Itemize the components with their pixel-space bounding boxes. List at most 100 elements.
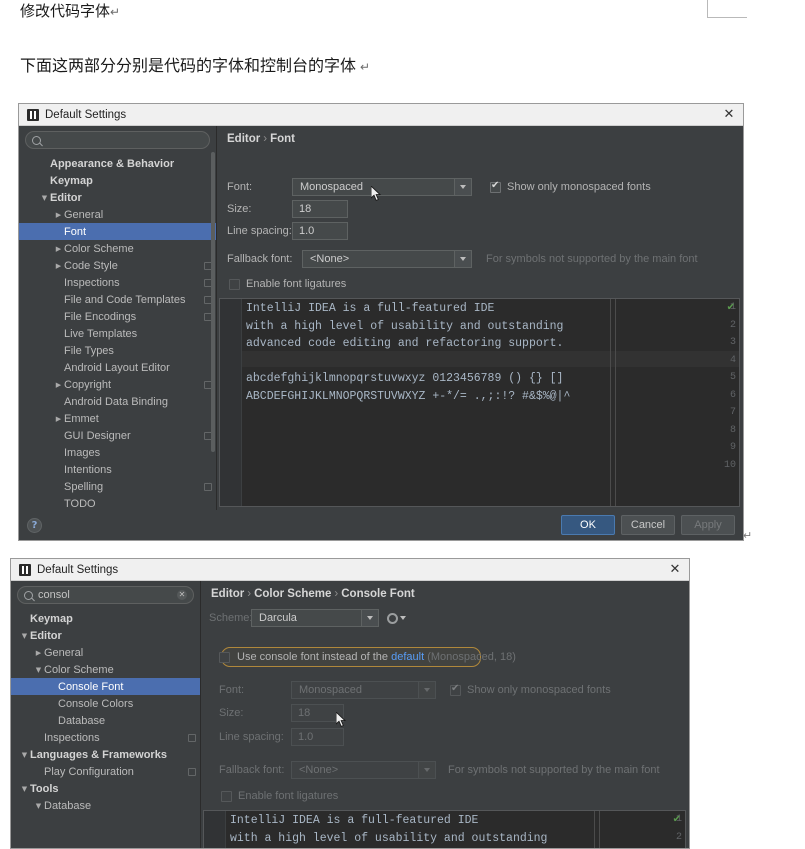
- sidebar-item-file-encodings[interactable]: File Encodings: [19, 308, 216, 325]
- default-font-link[interactable]: default: [391, 651, 424, 663]
- sidebar-item-file-and-code-templates[interactable]: File and Code Templates: [19, 291, 216, 308]
- sidebar-item-live-templates[interactable]: Live Templates: [19, 325, 216, 342]
- font-label: Font:: [227, 181, 253, 193]
- clear-search-icon[interactable]: ✕: [177, 590, 187, 600]
- code-line: advanced code editing and refactoring su…: [246, 337, 564, 350]
- sidebar-item-general[interactable]: ▶ General: [19, 206, 216, 223]
- sidebar-item-android-data-binding[interactable]: Android Data Binding: [19, 393, 216, 410]
- fallback-font-select[interactable]: <None>: [302, 250, 472, 268]
- sidebar-item-emmet[interactable]: ▶ Emmet: [19, 410, 216, 427]
- font-family-select[interactable]: Monospaced: [292, 178, 472, 196]
- sidebar-item-keymap[interactable]: Keymap: [19, 172, 216, 189]
- console-fallback-value: <None>: [299, 764, 339, 776]
- use-console-font-checkbox[interactable]: [219, 651, 230, 663]
- sidebar-item-file-types[interactable]: File Types: [19, 342, 216, 359]
- default-settings-dialog-font[interactable]: Default Settings ✕ Appearance & Behavior…: [18, 103, 744, 541]
- sidebar-item-copyright[interactable]: ▶ Copyright: [19, 376, 216, 393]
- chevron-down-icon[interactable]: ▼: [19, 632, 30, 640]
- default-settings-dialog-console-font[interactable]: Default Settings ✕ consol ✕ Keymap ▼ Edito…: [10, 558, 690, 849]
- chevron-right-icon[interactable]: ▶: [33, 649, 44, 657]
- sidebar-item-appearance-behavior[interactable]: Appearance & Behavior: [19, 155, 216, 172]
- breadcrumb-root[interactable]: Editor: [227, 133, 260, 145]
- scheme-settings-button[interactable]: [387, 612, 406, 624]
- search-input[interactable]: [25, 131, 210, 149]
- chevron-right-icon[interactable]: ▶: [53, 262, 64, 270]
- console-fallback-label: Fallback font:: [219, 764, 285, 776]
- sidebar-item-database[interactable]: Database: [11, 712, 200, 729]
- sidebar-item-code-style[interactable]: ▶ Code Style: [19, 257, 216, 274]
- console-font-size-input[interactable]: 18: [291, 704, 344, 722]
- close-icon-2[interactable]: ✕: [667, 562, 683, 578]
- sidebar-item-database[interactable]: ▼ Database: [11, 797, 200, 814]
- dialog2-settings-tree-pane[interactable]: consol ✕ Keymap ▼ Editor ▶ General ▼ Color Sch…: [11, 581, 201, 848]
- search-icon-2: [24, 590, 33, 600]
- sidebar-item-editor[interactable]: ▼ Editor: [19, 189, 216, 206]
- sidebar-item-label: Images: [64, 446, 101, 459]
- ok-button[interactable]: OK: [561, 515, 615, 535]
- chevron-down-icon-fallback[interactable]: [454, 251, 471, 267]
- code-line: IntelliJ IDEA is a full-featured IDE: [246, 302, 495, 315]
- dialog1-settings-tree-pane[interactable]: Appearance & Behavior Keymap ▼ Editor ▶ Gener…: [19, 126, 217, 511]
- chevron-down-icon[interactable]: ▼: [33, 666, 44, 674]
- chevron-down-icon[interactable]: ▼: [33, 802, 44, 810]
- dialog2-tree[interactable]: Keymap ▼ Editor ▶ General ▼ Color Scheme Consol…: [11, 608, 200, 814]
- console-font-preview-editor[interactable]: 12 IntelliJ IDEA is a full-featured IDE w…: [203, 810, 686, 848]
- sidebar-item-languages-frameworks[interactable]: ▼ Languages & Frameworks: [11, 746, 200, 763]
- sidebar-item-color-scheme[interactable]: ▼ Color Scheme: [11, 661, 200, 678]
- sidebar-item-inspections[interactable]: Inspections: [11, 729, 200, 746]
- sidebar-item-android-layout-editor[interactable]: Android Layout Editor: [19, 359, 216, 376]
- show-only-monospaced-checkbox[interactable]: [490, 180, 501, 193]
- enable-font-ligatures-checkbox[interactable]: [229, 278, 240, 290]
- console-fallback-select[interactable]: <None>: [291, 761, 436, 779]
- sidebar-item-tools[interactable]: ▼ Tools: [11, 780, 200, 797]
- dialog1-title: Default Settings: [45, 108, 127, 121]
- chevron-down-icon[interactable]: [454, 179, 471, 195]
- font-size-input[interactable]: 18: [292, 200, 348, 218]
- console-show-only-monospaced-checkbox[interactable]: [450, 683, 461, 696]
- chevron-down-icon-console-fallback[interactable]: [418, 762, 435, 778]
- console-font-select[interactable]: Monospaced: [291, 681, 436, 699]
- line-spacing-input[interactable]: 1.0: [292, 222, 348, 240]
- scheme-select[interactable]: Darcula: [251, 609, 379, 627]
- breadcrumb-2-mid[interactable]: Color Scheme: [254, 588, 331, 600]
- sidebar-item-console-font[interactable]: Console Font: [11, 678, 200, 695]
- sidebar-item-label: General: [64, 208, 104, 221]
- console-line-spacing-input[interactable]: 1.0: [291, 728, 344, 746]
- dialog1-tree-scrollbar[interactable]: [211, 152, 215, 452]
- sidebar-item-todo[interactable]: TODO: [19, 495, 216, 511]
- sidebar-item-intentions[interactable]: Intentions: [19, 461, 216, 478]
- chevron-down-icon[interactable]: ▼: [19, 785, 30, 793]
- chevron-down-icon[interactable]: ▼: [39, 194, 50, 202]
- sidebar-item-font[interactable]: Font: [19, 223, 216, 240]
- breadcrumb-2-root[interactable]: Editor: [211, 588, 244, 600]
- dialog1-tree[interactable]: Appearance & Behavior Keymap ▼ Editor ▶ Gener…: [19, 153, 216, 511]
- close-icon[interactable]: ✕: [721, 107, 737, 123]
- chevron-down-icon[interactable]: ▼: [19, 751, 30, 759]
- cancel-button[interactable]: Cancel: [621, 515, 675, 535]
- sidebar-item-inspections[interactable]: Inspections: [19, 274, 216, 291]
- inspection-ok-icon-2[interactable]: ✔: [673, 814, 681, 825]
- chevron-right-icon[interactable]: ▶: [53, 245, 64, 253]
- sidebar-item-general[interactable]: ▶ General: [11, 644, 200, 661]
- sidebar-item-color-scheme[interactable]: ▶ Color Scheme: [19, 240, 216, 257]
- sidebar-item-images[interactable]: Images: [19, 444, 216, 461]
- sidebar-item-keymap[interactable]: Keymap: [11, 610, 200, 627]
- enable-font-ligatures-label: Enable font ligatures: [246, 278, 347, 290]
- help-button[interactable]: ?: [27, 517, 42, 533]
- chevron-right-icon[interactable]: ▶: [53, 381, 64, 389]
- chevron-right-icon[interactable]: ▶: [53, 415, 64, 423]
- intellij-logo-icon: [27, 108, 39, 121]
- chevron-down-icon-scheme[interactable]: [361, 610, 378, 626]
- inspection-ok-icon[interactable]: ✔: [727, 302, 735, 313]
- search-input-2[interactable]: consol ✕: [17, 586, 194, 604]
- console-enable-font-ligatures-checkbox[interactable]: [221, 790, 232, 802]
- sidebar-item-console-colors[interactable]: Console Colors: [11, 695, 200, 712]
- sidebar-item-editor[interactable]: ▼ Editor: [11, 627, 200, 644]
- sidebar-item-spelling[interactable]: Spelling: [19, 478, 216, 495]
- font-preview-editor[interactable]: 1 2 3 4 5 6 7 8 9 10 IntelliJ IDEA is a full-feat…: [219, 298, 740, 507]
- chevron-right-icon[interactable]: ▶: [53, 211, 64, 219]
- sidebar-item-play-configuration[interactable]: Play Configuration: [11, 763, 200, 780]
- sidebar-item-gui-designer[interactable]: GUI Designer: [19, 427, 216, 444]
- apply-button[interactable]: Apply: [681, 515, 735, 535]
- chevron-down-icon-console-font[interactable]: [418, 682, 435, 698]
